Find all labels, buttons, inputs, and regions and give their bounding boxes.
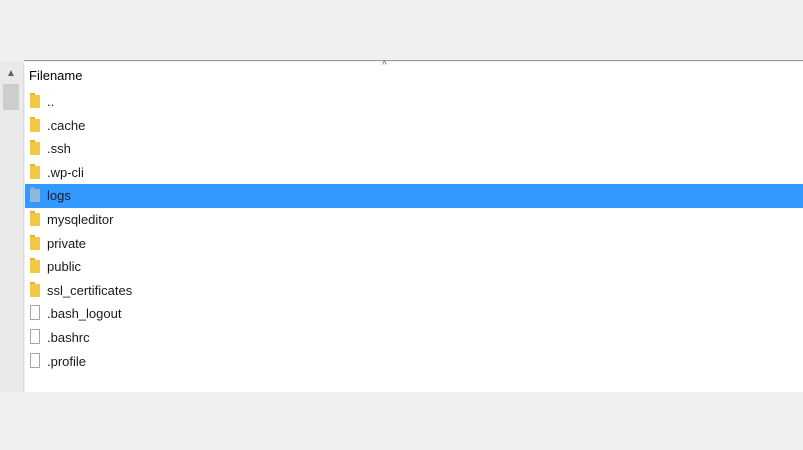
- list-item[interactable]: .profile: [25, 350, 803, 374]
- list-item[interactable]: ..: [25, 90, 803, 114]
- column-header-label: Filename: [29, 68, 83, 83]
- folder-icon: [30, 93, 42, 109]
- file-name: private: [47, 235, 87, 251]
- sort-ascending-icon: ^: [382, 60, 387, 71]
- file-rows: .. .cache .ssh .wp-cli logs mysqleditor …: [25, 90, 803, 373]
- folder-icon: [30, 210, 42, 227]
- list-item[interactable]: .bash_logout: [25, 302, 803, 326]
- file-list-panel: Filename ^ .. .cache .ssh .wp-cli logs m…: [25, 60, 803, 392]
- folder-icon: [30, 163, 42, 180]
- scroll-up-arrow-icon[interactable]: ▲: [4, 66, 18, 80]
- file-name: .bashrc: [47, 329, 90, 345]
- file-icon: [30, 352, 42, 369]
- file-name: mysqleditor: [47, 211, 114, 227]
- list-item[interactable]: logs: [25, 184, 803, 208]
- folder-icon: [30, 116, 42, 133]
- list-item[interactable]: .wp-cli: [25, 161, 803, 185]
- list-item[interactable]: ssl_certificates: [25, 279, 803, 303]
- folder-icon: [30, 234, 42, 251]
- list-item[interactable]: public: [25, 255, 803, 279]
- file-name: ssl_certificates: [47, 282, 133, 298]
- list-item[interactable]: mysqleditor: [25, 208, 803, 232]
- list-item[interactable]: .ssh: [25, 137, 803, 161]
- file-name: .cache: [47, 117, 86, 133]
- folder-icon: [30, 281, 42, 298]
- scroll-thumb[interactable]: [3, 84, 19, 110]
- vertical-scrollbar[interactable]: ▲: [0, 62, 24, 392]
- file-name: .profile: [47, 353, 87, 369]
- divider: [24, 60, 803, 61]
- folder-icon: [30, 140, 42, 156]
- file-name: logs: [47, 188, 71, 204]
- file-name: .ssh: [47, 141, 71, 157]
- file-name: .bash_logout: [47, 306, 122, 322]
- column-header-filename[interactable]: Filename ^: [25, 60, 803, 88]
- folder-icon: [30, 258, 42, 274]
- file-name: public: [47, 259, 81, 275]
- list-item[interactable]: .bashrc: [25, 326, 803, 350]
- list-item[interactable]: .cache: [25, 114, 803, 138]
- file-name: ..: [47, 94, 55, 109]
- file-name: .wp-cli: [47, 164, 84, 180]
- file-icon: [30, 305, 42, 321]
- status-area: [0, 392, 803, 450]
- list-item[interactable]: private: [25, 232, 803, 256]
- file-icon: [30, 328, 42, 345]
- folder-icon: [30, 187, 42, 203]
- toolbar-area: [0, 0, 803, 60]
